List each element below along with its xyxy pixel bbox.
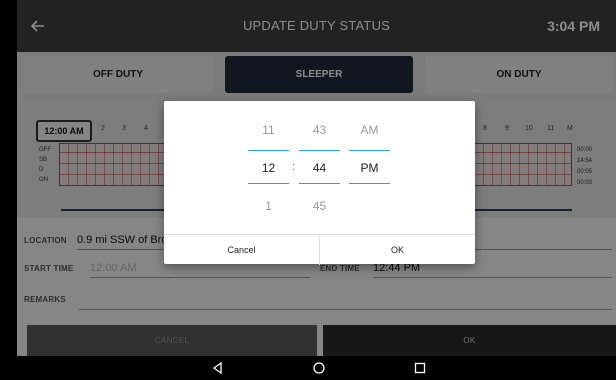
- minute-next[interactable]: 45: [299, 199, 340, 213]
- nav-back-icon[interactable]: [210, 360, 226, 376]
- app-window: UPDATE DUTY STATUS 3:04 PM OFF DUTY SLEE…: [17, 0, 616, 356]
- minute-divider: [299, 183, 340, 184]
- hour-prev[interactable]: 11: [248, 123, 289, 137]
- dialog-cancel-button[interactable]: Cancel: [164, 235, 320, 265]
- nav-recents-icon[interactable]: [412, 360, 428, 376]
- ampm-current[interactable]: PM: [349, 161, 390, 175]
- minute-prev[interactable]: 43: [299, 123, 340, 137]
- dialog-actions: Cancel OK: [164, 234, 475, 265]
- time-picker-dialog: 11 12 1 : 43 44 45 AM PM Cancel OK: [164, 101, 475, 265]
- ampm-prev[interactable]: AM: [349, 123, 390, 137]
- hour-next[interactable]: 1: [248, 199, 289, 213]
- ampm-divider: [349, 183, 390, 184]
- system-nav-bar: [0, 356, 616, 380]
- dialog-ok-button[interactable]: OK: [320, 235, 475, 265]
- nav-home-icon[interactable]: [311, 360, 327, 376]
- hour-divider: [248, 183, 289, 184]
- time-separator: :: [292, 161, 296, 173]
- hour-divider: [248, 150, 289, 151]
- hour-current[interactable]: 12: [248, 161, 289, 175]
- ampm-divider: [349, 150, 390, 151]
- minute-current[interactable]: 44: [299, 161, 340, 175]
- minute-divider: [299, 150, 340, 151]
